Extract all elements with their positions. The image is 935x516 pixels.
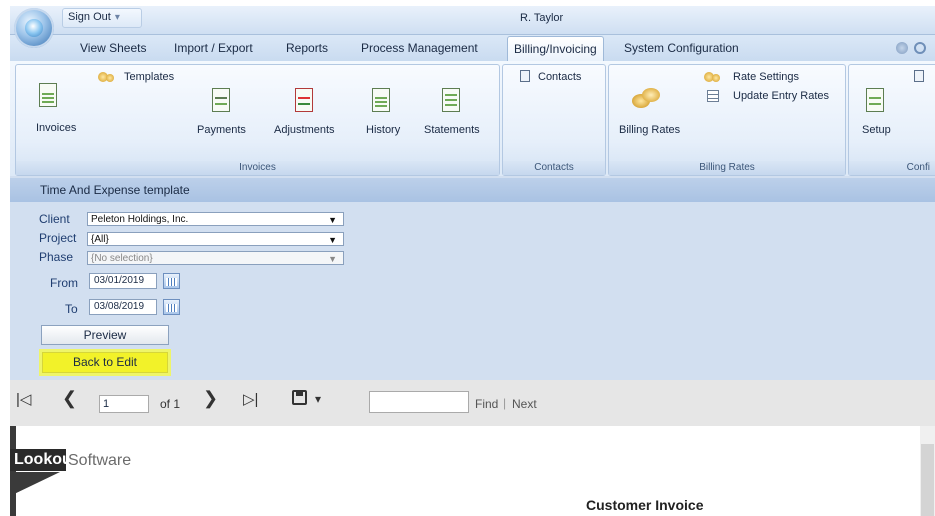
update-rates-icon [707, 90, 719, 102]
tab-process-management[interactable]: Process Management [355, 36, 484, 60]
group-label: Confi [849, 161, 935, 175]
to-label: To [65, 302, 78, 316]
statements-button[interactable]: Statements [424, 124, 480, 136]
preview-button[interactable]: Preview [41, 325, 169, 345]
first-page-icon[interactable]: |◁ [16, 390, 31, 408]
from-calendar-icon[interactable] [163, 273, 180, 289]
app-orb-button[interactable] [14, 8, 54, 48]
group-label: Contacts [503, 161, 605, 175]
to-date-input[interactable]: 03/08/2019 [89, 299, 157, 315]
logo-text-light: Software [68, 452, 132, 469]
page-count: of 1 [160, 397, 181, 411]
report-heading: Customer Invoice [586, 497, 704, 513]
logo-shape [10, 472, 60, 496]
dropdown-arrow-icon: ▼ [328, 215, 337, 225]
report-viewport [10, 426, 935, 516]
ribbon-group-billing-rates: Billing Rates [608, 64, 846, 176]
chevron-down-icon[interactable]: ▾ [315, 392, 321, 406]
tab-system-configuration[interactable]: System Configuration [618, 36, 745, 60]
templates-gear-icon [98, 71, 116, 83]
from-date-input[interactable]: 03/01/2019 [89, 273, 157, 289]
phase-value: {No selection} [91, 253, 153, 264]
phase-label: Phase [39, 250, 74, 264]
group-label: Invoices [16, 161, 499, 175]
project-select[interactable]: {All} ▼ [87, 232, 344, 246]
user-name: R. Taylor [520, 12, 564, 24]
logo-edge [10, 426, 16, 516]
payments-document-icon [212, 88, 230, 112]
client-value: Peleton Holdings, Inc. [91, 214, 189, 225]
payments-button[interactable]: Payments [197, 124, 246, 136]
sign-out-text: Sign Out [68, 11, 111, 23]
client-select[interactable]: Peleton Holdings, Inc. ▼ [87, 212, 344, 226]
adjustments-document-icon [295, 88, 313, 112]
config-small-icon [914, 70, 924, 82]
contacts-icon [520, 70, 530, 82]
phase-select[interactable]: {No selection} ▼ [87, 251, 344, 265]
previous-page-icon[interactable]: ❮ [62, 388, 77, 409]
find-link[interactable]: Find [475, 397, 498, 411]
next-page-icon[interactable]: ❯ [203, 388, 218, 409]
setup-button[interactable]: Setup [862, 124, 891, 136]
history-button[interactable]: History [366, 124, 400, 136]
find-separator: | [503, 396, 507, 410]
save-icon[interactable] [292, 390, 307, 405]
orb-icon [25, 19, 43, 37]
invoices-document-icon [39, 83, 57, 107]
tab-billing-invoicing[interactable]: Billing/Invoicing [507, 36, 604, 61]
back-to-edit-button[interactable]: Back to Edit [42, 352, 168, 373]
contacts-button[interactable]: Contacts [538, 71, 581, 83]
project-value: {All} [91, 234, 109, 245]
sign-out-label[interactable]: Sign Out ▾ [68, 11, 120, 23]
adjustments-button[interactable]: Adjustments [274, 124, 335, 136]
panel-title-text: Time And Expense template [40, 183, 190, 197]
billing-rates-button[interactable]: Billing Rates [619, 124, 680, 136]
invoices-button[interactable]: Invoices [36, 122, 76, 134]
rate-settings-gear-icon [704, 71, 722, 83]
history-document-icon [372, 88, 390, 112]
title-bar [10, 6, 935, 35]
find-input[interactable] [369, 391, 469, 413]
update-entry-rates-button[interactable]: Update Entry Rates [733, 90, 829, 102]
client-label: Client [39, 212, 70, 226]
tab-import-export[interactable]: Import / Export [168, 36, 259, 60]
dropdown-arrow-icon: ▼ [328, 235, 337, 245]
coins-icon [632, 86, 660, 112]
setup-document-icon [866, 88, 884, 112]
last-page-icon[interactable]: ▷| [243, 390, 258, 408]
refresh-icon[interactable] [914, 42, 926, 54]
tab-reports[interactable]: Reports [280, 36, 334, 60]
statements-document-icon [442, 88, 460, 112]
next-link[interactable]: Next [512, 397, 537, 411]
ribbon-group-invoices: Invoices [15, 64, 500, 176]
to-calendar-icon[interactable] [163, 299, 180, 315]
group-label: Billing Rates [609, 161, 845, 175]
rate-settings-button[interactable]: Rate Settings [733, 71, 799, 83]
panel-title: Time And Expense template [10, 178, 935, 202]
tab-view-sheets[interactable]: View Sheets [74, 36, 153, 60]
help-icon[interactable] [896, 42, 908, 54]
chevron-down-icon: ▾ [114, 12, 120, 23]
project-label: Project [39, 231, 77, 245]
page-number-input[interactable]: 1 [99, 395, 149, 413]
from-label: From [50, 276, 78, 290]
scrollbar-thumb[interactable] [921, 444, 934, 516]
templates-button[interactable]: Templates [124, 71, 174, 83]
dropdown-arrow-icon: ▼ [328, 254, 337, 264]
